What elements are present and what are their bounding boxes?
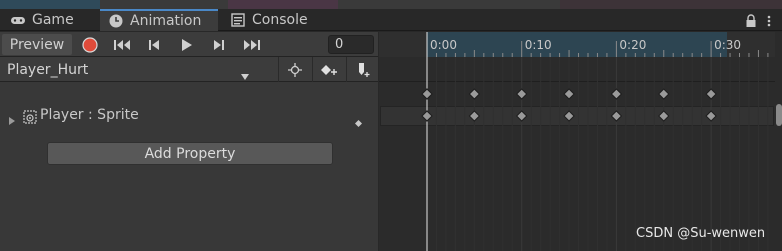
summary-keyframe bbox=[705, 88, 717, 100]
skip-to-start-icon bbox=[114, 39, 130, 50]
property-label: Player : Sprite bbox=[40, 107, 139, 123]
tab-console-label: Console bbox=[252, 12, 308, 28]
step-forward-icon bbox=[214, 39, 224, 50]
crosshair-icon bbox=[287, 62, 302, 77]
preview-button[interactable]: Preview bbox=[2, 34, 72, 55]
clip-dropdown[interactable]: Player_Hurt bbox=[0, 57, 260, 82]
list-icon bbox=[230, 13, 246, 27]
watermark: CSDN @Su-wenwen bbox=[636, 226, 766, 241]
record-button[interactable] bbox=[76, 34, 104, 55]
sprite-keyframe bbox=[515, 110, 528, 122]
play-button[interactable] bbox=[173, 34, 201, 55]
add-event-icon bbox=[358, 62, 369, 77]
summary-keyframe bbox=[658, 88, 670, 100]
tab-console[interactable]: Console bbox=[222, 9, 322, 31]
filter-by-selection-button[interactable] bbox=[278, 57, 310, 82]
more-menu-icon[interactable] bbox=[764, 13, 774, 27]
add-property-button[interactable]: Add Property bbox=[47, 142, 333, 165]
add-keyframe-button[interactable] bbox=[312, 57, 344, 82]
summary-keyframe bbox=[468, 88, 481, 100]
lock-icon[interactable] bbox=[745, 13, 757, 27]
ruler-label: 0:30 bbox=[714, 38, 741, 52]
gamepad-icon bbox=[10, 13, 26, 27]
play-icon bbox=[182, 38, 192, 51]
ruler-label: 0:00 bbox=[430, 38, 457, 52]
clock-icon bbox=[108, 14, 124, 28]
tab-game-label: Game bbox=[32, 12, 74, 28]
next-keyframe-button[interactable] bbox=[205, 34, 233, 55]
animation-left-panel: Preview 0 Player_Hurt Player: Sprite Ad… bbox=[0, 32, 378, 251]
first-keyframe-button[interactable] bbox=[108, 34, 136, 55]
step-back-icon bbox=[149, 39, 159, 50]
sprite-keyframe bbox=[468, 110, 481, 122]
tab-game[interactable]: Game bbox=[2, 9, 94, 31]
dopesheet-timeline[interactable]: 0:00 0:10 0:20 0:30 bbox=[379, 32, 782, 251]
sprite-keyframe bbox=[421, 110, 433, 122]
sprite-keyframe bbox=[658, 110, 670, 122]
timeline-grid: 0:00 0:10 0:20 0:30 bbox=[421, 32, 769, 251]
summary-keyframe bbox=[421, 88, 433, 100]
ruler-label: 0:20 bbox=[619, 38, 646, 52]
playback-toolbar: Preview 0 bbox=[0, 32, 378, 57]
frame-number-field[interactable]: 0 bbox=[328, 35, 374, 54]
sprite-keyframe bbox=[563, 110, 575, 122]
dropdown-arrow-icon bbox=[240, 66, 250, 80]
summary-keyframe bbox=[563, 88, 575, 100]
sprite-keyframe bbox=[610, 110, 623, 122]
skip-to-end-icon bbox=[244, 39, 260, 50]
sprite-keyframe bbox=[705, 110, 717, 122]
property-row[interactable]: Player : Sprite bbox=[0, 105, 378, 127]
vertical-scrollbar[interactable] bbox=[775, 32, 782, 251]
add-keyframe-icon bbox=[320, 64, 337, 75]
tab-animation-label: Animation bbox=[130, 13, 202, 29]
summary-keyframe bbox=[515, 88, 528, 100]
summary-keyframe bbox=[610, 88, 623, 100]
property-keyframe-icon[interactable] bbox=[355, 112, 362, 127]
top-strip bbox=[0, 0, 782, 9]
sprite-renderer-icon bbox=[23, 109, 37, 124]
scrollbar-thumb[interactable] bbox=[776, 104, 782, 126]
previous-keyframe-button[interactable] bbox=[140, 34, 168, 55]
ruler-label: 0:10 bbox=[525, 38, 552, 52]
tab-bar: Game Animation Console bbox=[0, 9, 782, 31]
clip-name: Player_Hurt bbox=[7, 61, 89, 78]
add-event-button[interactable] bbox=[346, 57, 378, 82]
clip-row: Player_Hurt bbox=[0, 57, 378, 82]
record-icon bbox=[82, 36, 98, 53]
expand-arrow-icon[interactable] bbox=[8, 111, 16, 125]
tab-animation[interactable]: Animation bbox=[100, 9, 218, 31]
last-keyframe-button[interactable] bbox=[238, 34, 266, 55]
